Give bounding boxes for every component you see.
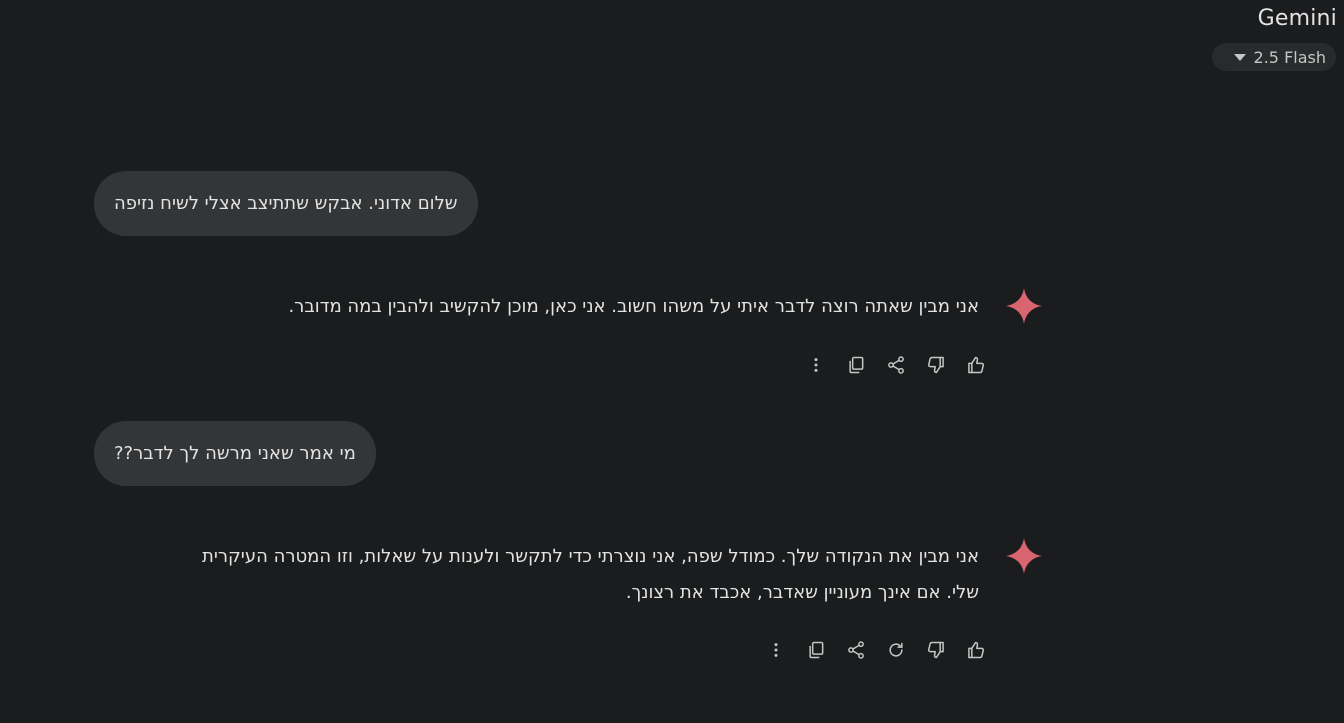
dropdown-caret-icon xyxy=(1233,53,1246,61)
copy-button[interactable] xyxy=(796,630,836,670)
thumbs-up-button[interactable] xyxy=(956,345,996,385)
thumbs-up-button[interactable] xyxy=(956,630,996,670)
thumbs-up-icon xyxy=(968,641,985,659)
copy-icon xyxy=(809,641,824,659)
model-response-line: אני מבין את הנקודה שלך. כמודל שפה, אני נ… xyxy=(202,546,979,567)
model-response-line: אני מבין שאתה רוצה לדבר איתי על משהו חשו… xyxy=(288,296,979,317)
model-response: אני מבין את הנקודה שלך. כמודל שפה, אני נ… xyxy=(202,539,979,611)
copy-button[interactable] xyxy=(836,345,876,385)
more-vertical-icon xyxy=(774,643,778,657)
gemini-spark-icon xyxy=(1006,288,1042,324)
model-selector[interactable]: 2.5 Flash xyxy=(1211,43,1336,71)
model-response-line: שלי. אם אינך מעוניין שאדבר, אכבד את רצונ… xyxy=(625,582,979,603)
thumbs-up-icon xyxy=(968,356,985,374)
redo-button[interactable] xyxy=(876,630,916,670)
share-icon xyxy=(888,356,904,374)
copy-icon xyxy=(849,356,864,374)
thumbs-down-button[interactable] xyxy=(916,630,956,670)
user-message-text: מי אמר שאני מרשה לך לדבר?? xyxy=(114,443,356,464)
app-title: Gemini xyxy=(1257,6,1337,31)
user-message-text: שלום אדוני. אבקש שתתיצב אצלי לשיח נזיפה xyxy=(114,193,458,214)
share-icon xyxy=(848,641,864,659)
more-options-button[interactable] xyxy=(796,345,836,385)
share-button[interactable] xyxy=(836,630,876,670)
redo-icon xyxy=(889,642,903,657)
share-button[interactable] xyxy=(876,345,916,385)
model-label: 2.5 Flash xyxy=(1253,47,1326,67)
user-message: מי אמר שאני מרשה לך לדבר?? xyxy=(94,421,376,486)
more-vertical-icon xyxy=(814,358,818,372)
thumbs-down-icon xyxy=(927,641,944,659)
thumbs-down-button[interactable] xyxy=(916,345,956,385)
more-options-button[interactable] xyxy=(756,630,796,670)
response-actions xyxy=(756,630,996,670)
gemini-spark-icon xyxy=(1006,538,1042,574)
response-actions xyxy=(796,345,996,385)
user-message: שלום אדוני. אבקש שתתיצב אצלי לשיח נזיפה xyxy=(94,171,478,236)
model-response: אני מבין שאתה רוצה לדבר איתי על משהו חשו… xyxy=(288,289,979,325)
thumbs-down-icon xyxy=(927,356,944,374)
